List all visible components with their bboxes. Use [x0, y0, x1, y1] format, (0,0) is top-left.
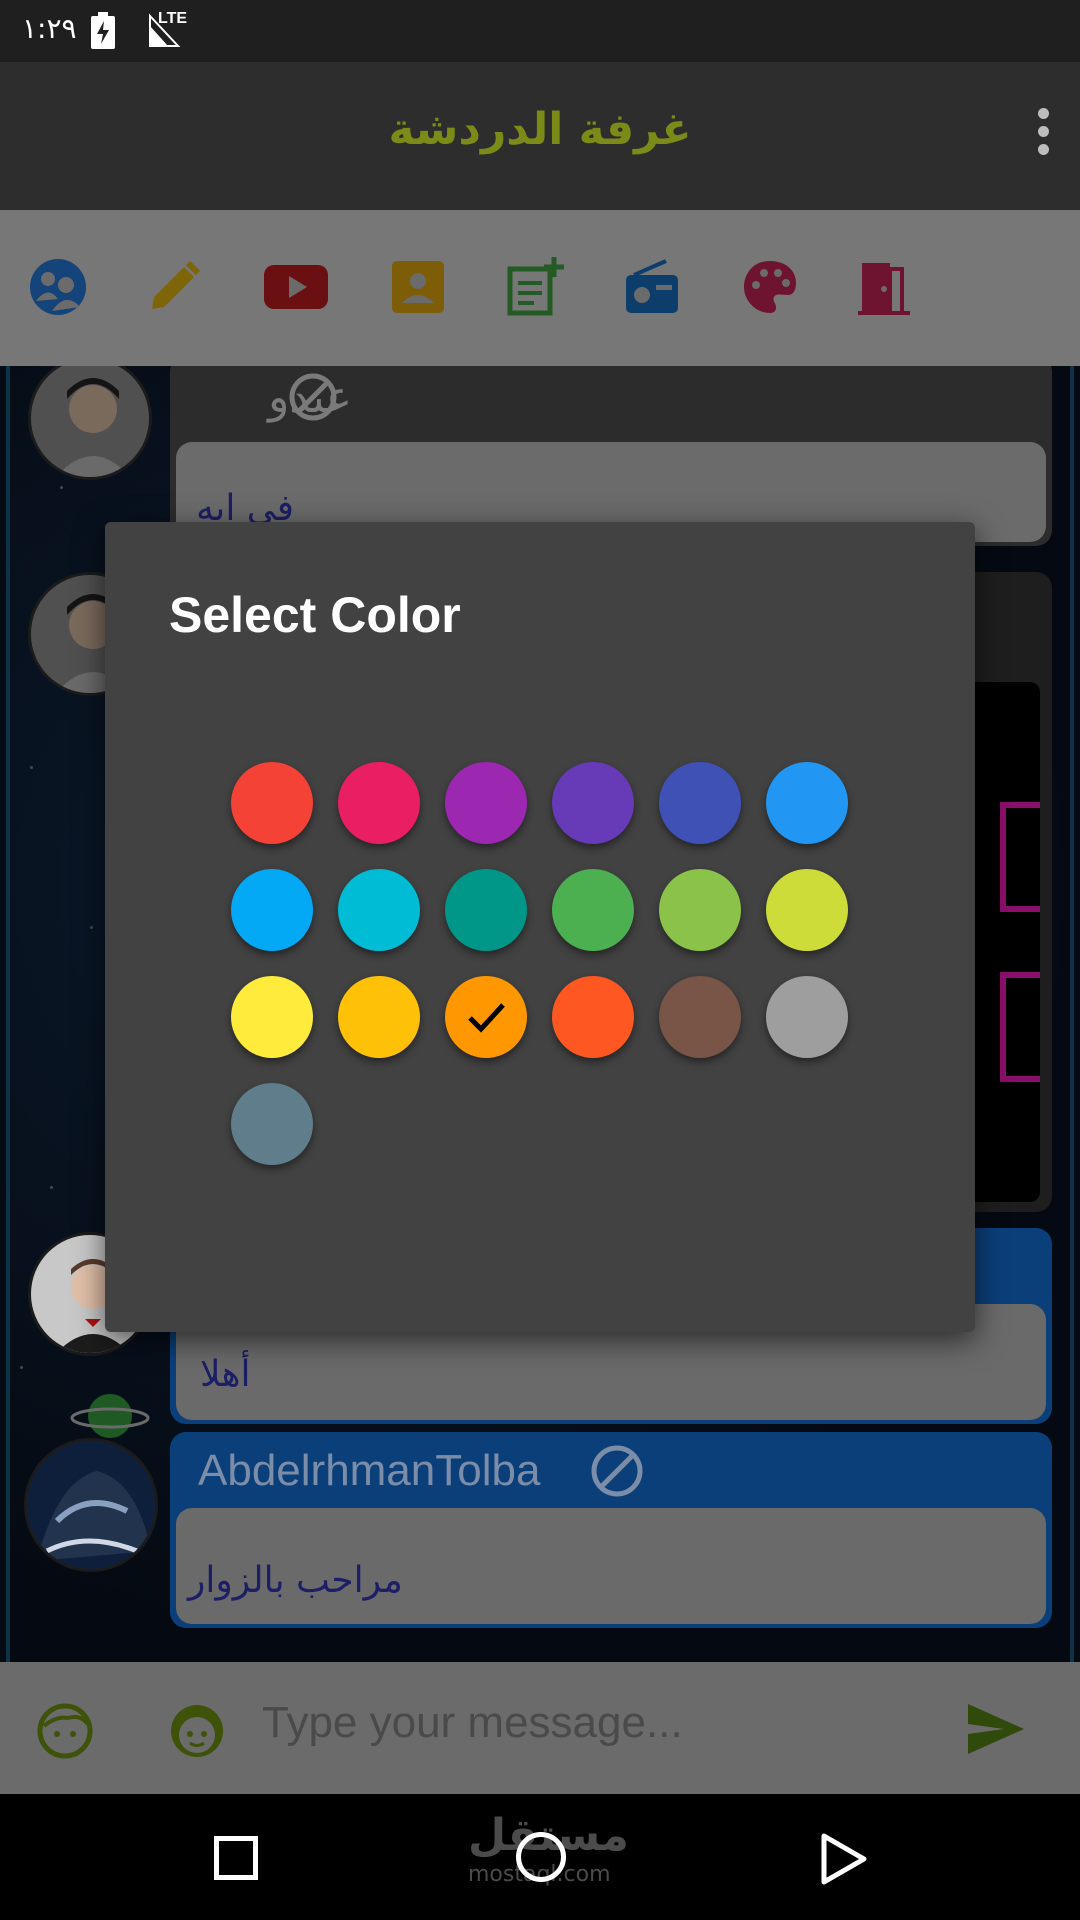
color-picker-dialog: Select Color	[105, 522, 975, 1332]
block-user-icon[interactable]	[288, 372, 338, 422]
background-star	[50, 1186, 53, 1189]
color-swatch[interactable]	[552, 869, 634, 951]
image-detail	[1000, 972, 1040, 1082]
message-text: أهلا	[200, 1354, 251, 1395]
emoji-outline-icon[interactable]	[36, 1702, 94, 1760]
radio-icon[interactable]	[620, 255, 684, 319]
image-detail	[1000, 802, 1040, 912]
color-swatch[interactable]	[659, 762, 741, 844]
message-card: AbdelrhmanTolba مراحب بالزوار	[170, 1432, 1052, 1628]
exit-door-icon[interactable]	[852, 255, 916, 319]
palette-icon[interactable]	[738, 255, 802, 319]
color-swatch[interactable]	[338, 976, 420, 1058]
color-swatch[interactable]	[338, 762, 420, 844]
recent-apps-button[interactable]	[214, 1836, 258, 1880]
avatar[interactable]	[24, 1438, 158, 1572]
color-swatch[interactable]	[766, 762, 848, 844]
add-post-icon[interactable]	[504, 255, 568, 319]
system-nav-bar: مستقل mostaql.com	[0, 1794, 1080, 1920]
battery-charging-icon	[90, 12, 116, 54]
network-type: LTE	[158, 10, 188, 27]
overflow-dot	[1038, 108, 1049, 119]
color-swatch[interactable]	[231, 869, 313, 951]
background-star	[90, 926, 93, 929]
page-title: غرفة الدردشة	[388, 104, 692, 155]
back-button[interactable]	[820, 1832, 868, 1886]
overflow-dot	[1038, 126, 1049, 137]
color-swatch[interactable]	[659, 976, 741, 1058]
planet-decoration	[70, 1386, 150, 1446]
sender-name: AbdelrhmanTolba	[198, 1446, 541, 1495]
background-star	[60, 486, 63, 489]
color-swatch[interactable]	[766, 976, 848, 1058]
color-swatch[interactable]	[552, 762, 634, 844]
home-button[interactable]	[516, 1832, 566, 1882]
message-composer: Type your message...	[0, 1662, 1080, 1794]
color-swatch[interactable]	[338, 869, 420, 951]
message-bubble: مراحب بالزوار	[176, 1508, 1046, 1624]
check-icon	[468, 1003, 505, 1033]
block-user-icon[interactable]	[590, 1444, 644, 1498]
color-swatch[interactable]	[231, 976, 313, 1058]
color-swatch[interactable]	[231, 1083, 313, 1165]
message-input[interactable]: Type your message...	[262, 1698, 683, 1748]
app-bar: غرفة الدردشة	[0, 62, 1080, 210]
emoji-icon[interactable]	[168, 1702, 226, 1760]
background-star	[30, 766, 33, 769]
contact-icon[interactable]	[386, 255, 450, 319]
overflow-menu-button[interactable]	[1024, 102, 1064, 162]
dialog-title: Select Color	[169, 587, 461, 643]
color-swatch[interactable]	[231, 762, 313, 844]
message-text: مراحب بالزوار	[188, 1560, 403, 1601]
background-star	[20, 1366, 23, 1369]
members-icon[interactable]	[26, 255, 90, 319]
overflow-dot	[1038, 144, 1049, 155]
edit-icon[interactable]	[142, 255, 206, 319]
send-icon[interactable]	[966, 1702, 1026, 1756]
color-swatch[interactable]	[445, 869, 527, 951]
color-swatch[interactable]	[445, 762, 527, 844]
color-swatch[interactable]	[445, 976, 527, 1058]
color-swatch[interactable]	[766, 869, 848, 951]
status-time: ١:٢٩	[22, 12, 77, 45]
youtube-icon[interactable]	[262, 255, 330, 319]
message-card: عبدو في ابه	[170, 366, 1052, 546]
color-swatch[interactable]	[659, 869, 741, 951]
status-bar: ١:٢٩ LTE	[0, 0, 1080, 62]
color-swatch[interactable]	[552, 976, 634, 1058]
